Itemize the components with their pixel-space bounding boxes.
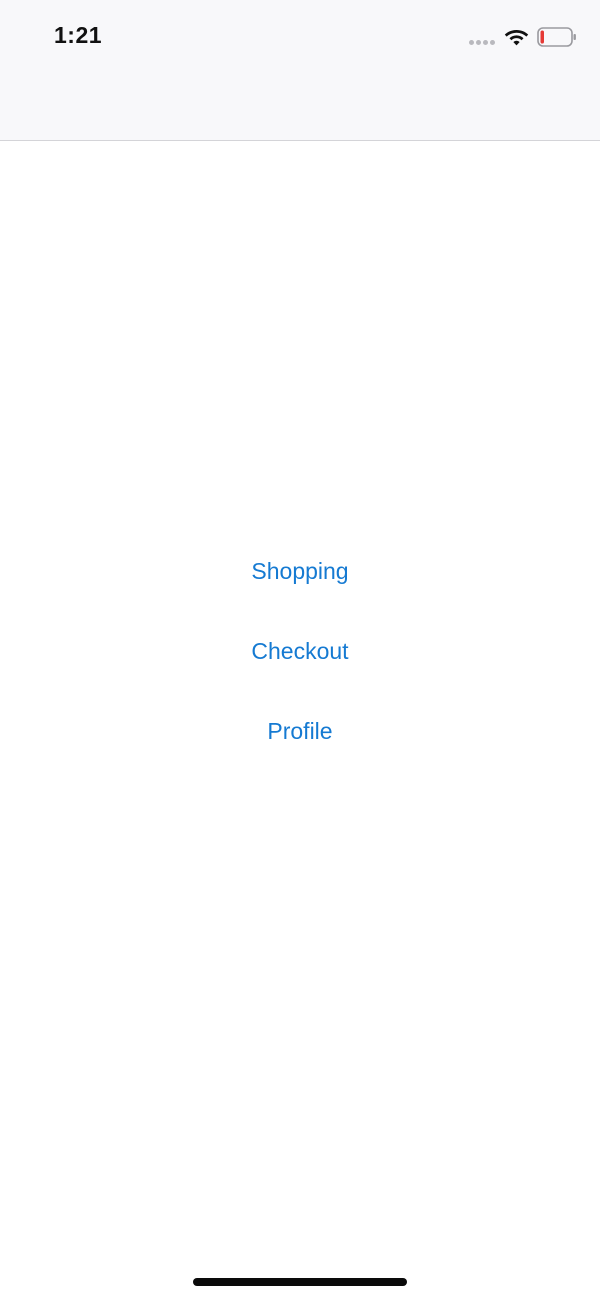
- main-menu: Shopping Checkout Profile: [0, 548, 600, 788]
- checkout-link[interactable]: Checkout: [0, 628, 600, 708]
- battery-low-icon: [537, 27, 576, 47]
- navigation-bar: 1:21: [0, 0, 600, 141]
- app-screen: 1:21 Shopping Checkout Profile: [0, 0, 600, 1300]
- wifi-icon: [504, 30, 529, 46]
- cellular-signal-icon: [469, 40, 497, 46]
- home-indicator[interactable]: [193, 1278, 407, 1286]
- shopping-link[interactable]: Shopping: [0, 548, 600, 628]
- profile-link[interactable]: Profile: [0, 708, 600, 788]
- status-bar-time: 1:21: [54, 22, 103, 48]
